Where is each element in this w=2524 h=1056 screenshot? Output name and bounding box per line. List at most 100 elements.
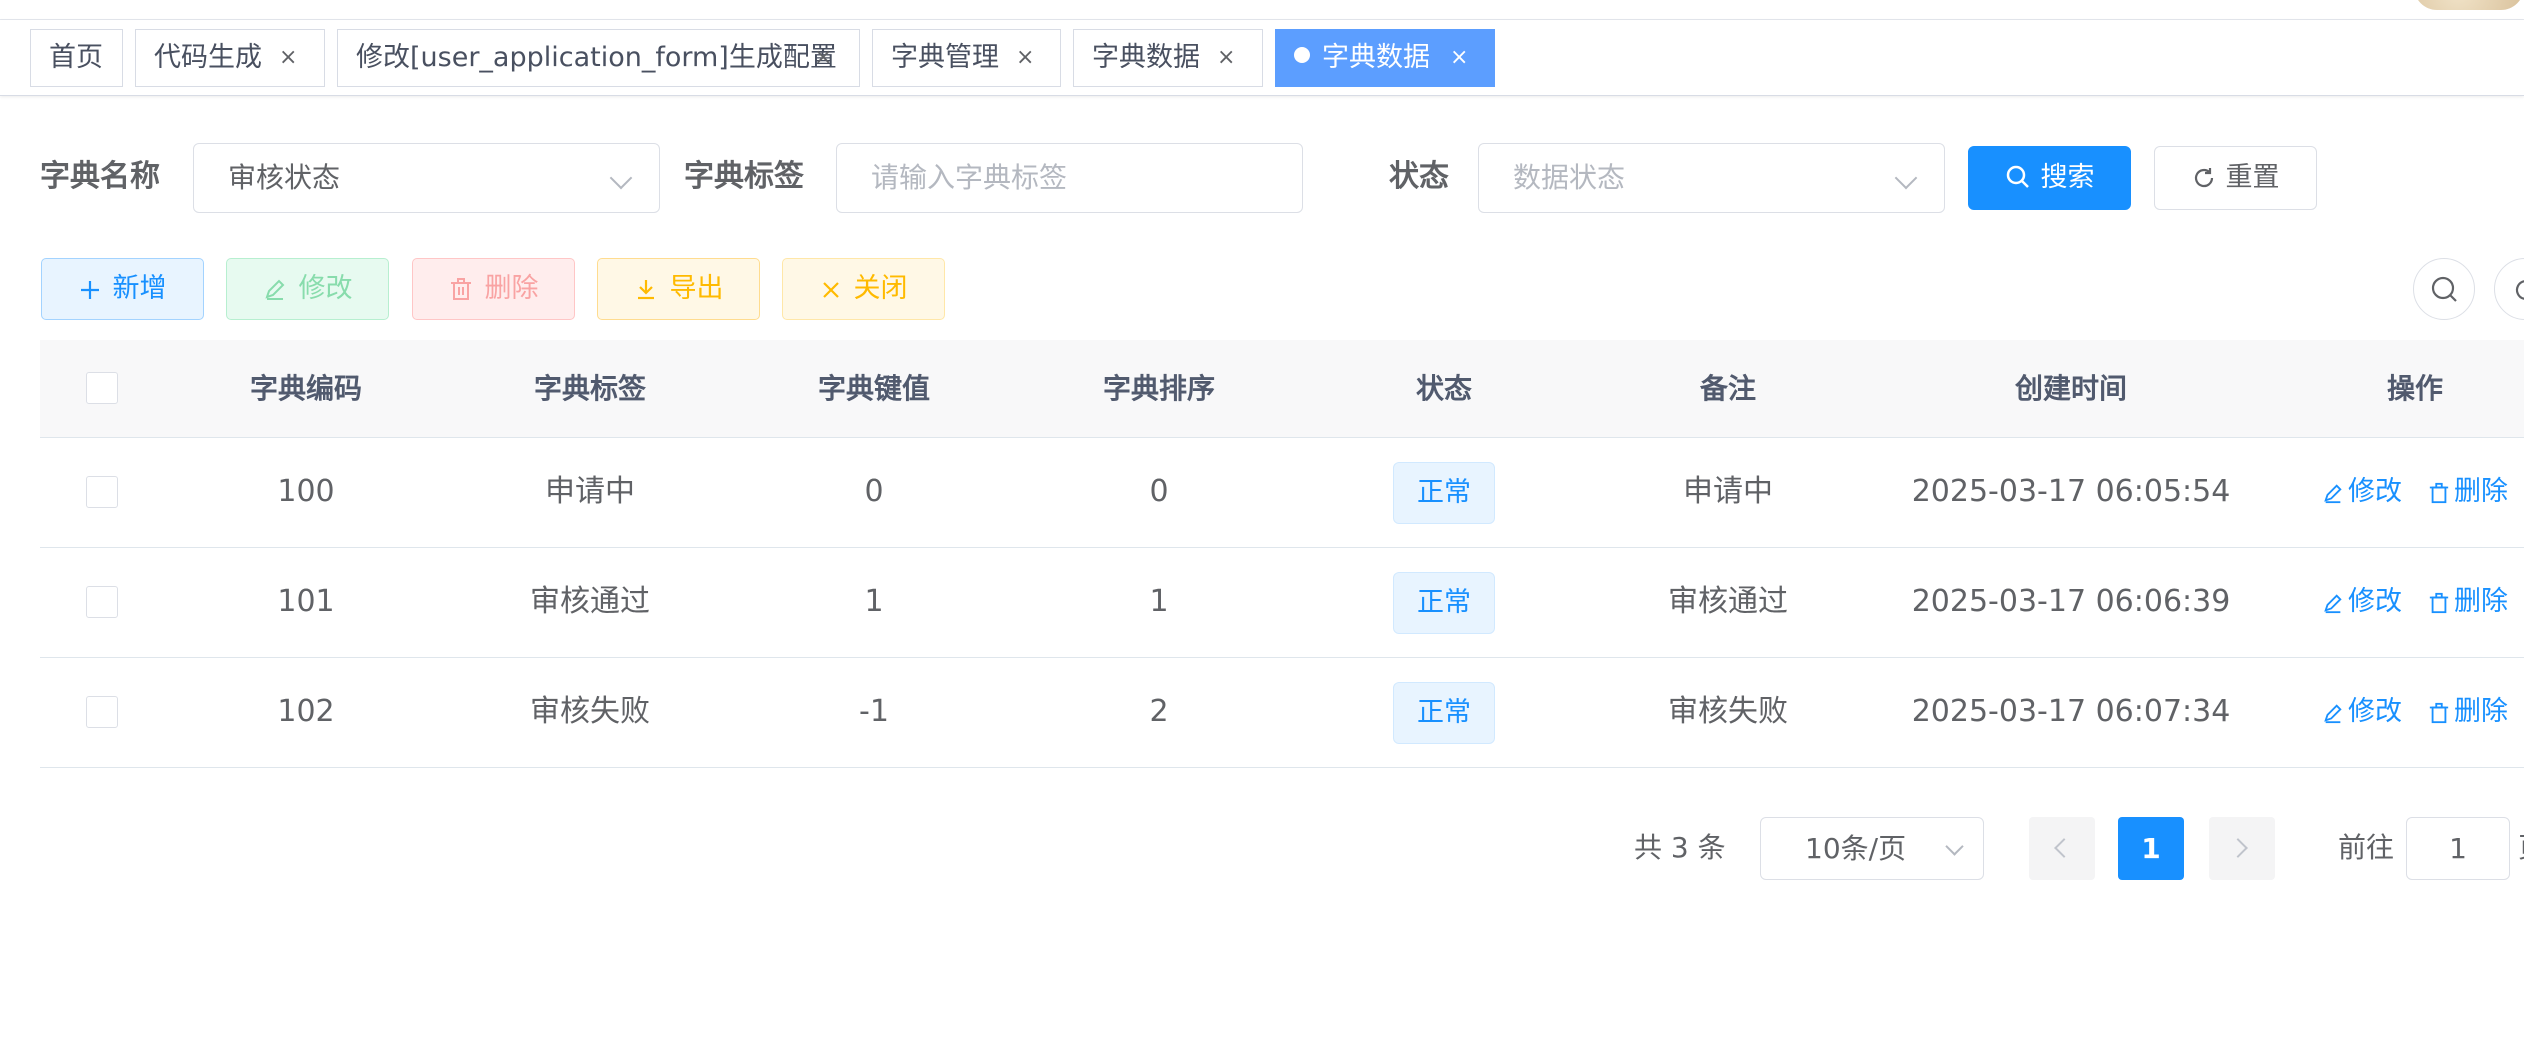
dict-label-input[interactable]: 请输入字典标签 <box>836 143 1303 213</box>
status-badge: 正常 <box>1393 462 1495 524</box>
row-checkbox[interactable] <box>86 476 118 508</box>
cell-sort: 2 <box>1149 694 1169 729</box>
cell-sort: 1 <box>1149 584 1169 619</box>
refresh-table-button[interactable] <box>2494 258 2524 320</box>
column-header: 字典编码 <box>249 372 363 405</box>
select-all-checkbox[interactable] <box>86 372 118 404</box>
close-icon[interactable]: × <box>1450 30 1468 86</box>
avatar[interactable] <box>2414 0 2524 10</box>
column-header: 字典键值 <box>817 372 931 405</box>
tab-home[interactable]: 首页 <box>30 29 123 87</box>
refresh-icon <box>2515 280 2524 300</box>
download-icon <box>637 280 654 300</box>
edit-button[interactable]: 修改 <box>226 258 389 320</box>
row-edit-label: 修改 <box>2348 586 2402 617</box>
dict-name-value: 审核状态 <box>228 161 341 194</box>
cell-remark: 审核通过 <box>1668 584 1788 619</box>
status-select[interactable]: 数据状态 <box>1478 143 1945 213</box>
close-icon[interactable]: × <box>279 30 297 86</box>
column-header: 状态 <box>1415 372 1473 405</box>
cell-remark: 申请中 <box>1683 474 1773 509</box>
cell-value: -1 <box>859 694 889 729</box>
prev-page-button[interactable] <box>2029 817 2095 880</box>
next-page-button[interactable] <box>2209 817 2275 880</box>
tab-label: 字典管理 <box>891 42 999 73</box>
reset-button-label: 重置 <box>2225 162 2280 193</box>
plus-icon <box>80 281 99 299</box>
search-icon <box>2006 165 2029 188</box>
edit-icon <box>2324 484 2342 504</box>
tab-label: 代码生成 <box>154 42 262 73</box>
row-checkbox[interactable] <box>86 696 118 728</box>
row-edit-link[interactable]: 修改 <box>2322 548 2402 656</box>
column-header: 字典排序 <box>1102 372 1216 405</box>
tags-view: 首页 代码生成 × 修改[user_application_form]生成配置 … <box>0 20 2524 96</box>
cell-label: 申请中 <box>545 474 635 509</box>
navbar <box>0 0 2524 20</box>
row-delete-link[interactable]: 删除 <box>2428 548 2508 656</box>
close-icon[interactable]: × <box>1016 30 1034 86</box>
column-header: 字典标签 <box>533 372 647 405</box>
close-icon[interactable]: × <box>814 30 832 86</box>
edit-icon <box>264 279 284 300</box>
tab-edit-gen-config[interactable]: 修改[user_application_form]生成配置 × <box>337 29 860 87</box>
delete-button-label: 删除 <box>484 273 539 304</box>
tab-dict-data[interactable]: 字典数据 × <box>1073 29 1263 87</box>
status-badge: 正常 <box>1393 682 1495 744</box>
close-button[interactable]: 关闭 <box>782 258 945 320</box>
export-button-label: 导出 <box>669 273 724 304</box>
toggle-search-button[interactable] <box>2413 258 2475 320</box>
column-header: 创建时间 <box>2014 372 2128 405</box>
close-icon[interactable]: × <box>1217 30 1235 86</box>
cell-label: 审核失败 <box>530 694 650 729</box>
search-button-label: 搜索 <box>2040 162 2095 193</box>
edit-button-label: 修改 <box>298 273 353 304</box>
row-delete-link[interactable]: 删除 <box>2428 658 2508 766</box>
dict-name-select[interactable]: 审核状态 <box>193 143 660 213</box>
close-button-label: 关闭 <box>853 273 908 304</box>
row-checkbox[interactable] <box>86 586 118 618</box>
row-delete-label: 删除 <box>2454 696 2508 727</box>
cell-label: 审核通过 <box>530 584 650 619</box>
refresh-icon <box>2194 168 2213 188</box>
cell-value: 0 <box>864 474 884 509</box>
cell-value: 1 <box>864 584 884 619</box>
close-icon <box>822 282 839 298</box>
status-label: 状态 <box>1389 159 1449 194</box>
goto-page-input[interactable]: 1 <box>2406 817 2510 880</box>
page-number[interactable]: 1 <box>2118 817 2184 880</box>
row-delete-link[interactable]: 删除 <box>2428 438 2508 546</box>
row-edit-link[interactable]: 修改 <box>2322 438 2402 546</box>
cell-sort: 0 <box>1149 474 1169 509</box>
column-header: 备注 <box>1699 372 1757 405</box>
row-edit-link[interactable]: 修改 <box>2322 658 2402 766</box>
cell-code: 101 <box>277 584 335 619</box>
chevron-left-icon <box>2054 838 2074 858</box>
trash-icon <box>2429 482 2449 504</box>
page-size-select[interactable]: 10条/页 <box>1760 817 1984 880</box>
page-size-value: 10条/页 <box>1805 832 1907 865</box>
pagination-total: 共 3 条 <box>1634 831 1726 864</box>
cell-code: 102 <box>277 694 335 729</box>
search-icon <box>2431 276 2457 302</box>
table-row: 101 审核通过 1 1 正常 审核通过 2025-03-17 06:06:39… <box>40 548 2524 658</box>
column-header: 操作 <box>2386 372 2444 405</box>
tab-label: 字典数据 <box>1092 42 1200 73</box>
goto-suffix: 页 <box>2518 828 2524 868</box>
tab-dict-manage[interactable]: 字典管理 × <box>872 29 1061 87</box>
trash-icon <box>2429 592 2449 614</box>
tab-label: 修改[user_application_form]生成配置 <box>356 42 837 73</box>
reset-button[interactable]: 重置 <box>2154 146 2317 210</box>
search-button[interactable]: 搜索 <box>1968 146 2131 210</box>
add-button[interactable]: 新增 <box>41 258 204 320</box>
trash-icon <box>2429 702 2449 724</box>
cell-code: 100 <box>277 474 335 509</box>
delete-button[interactable]: 删除 <box>412 258 575 320</box>
tab-dict-data-active[interactable]: 字典数据 × <box>1275 29 1495 87</box>
chevron-down-icon <box>609 166 633 190</box>
row-edit-label: 修改 <box>2348 476 2402 507</box>
export-button[interactable]: 导出 <box>597 258 760 320</box>
dict-label-label: 字典标签 <box>684 159 804 194</box>
tab-code-gen[interactable]: 代码生成 × <box>135 29 325 87</box>
status-badge: 正常 <box>1393 572 1495 634</box>
